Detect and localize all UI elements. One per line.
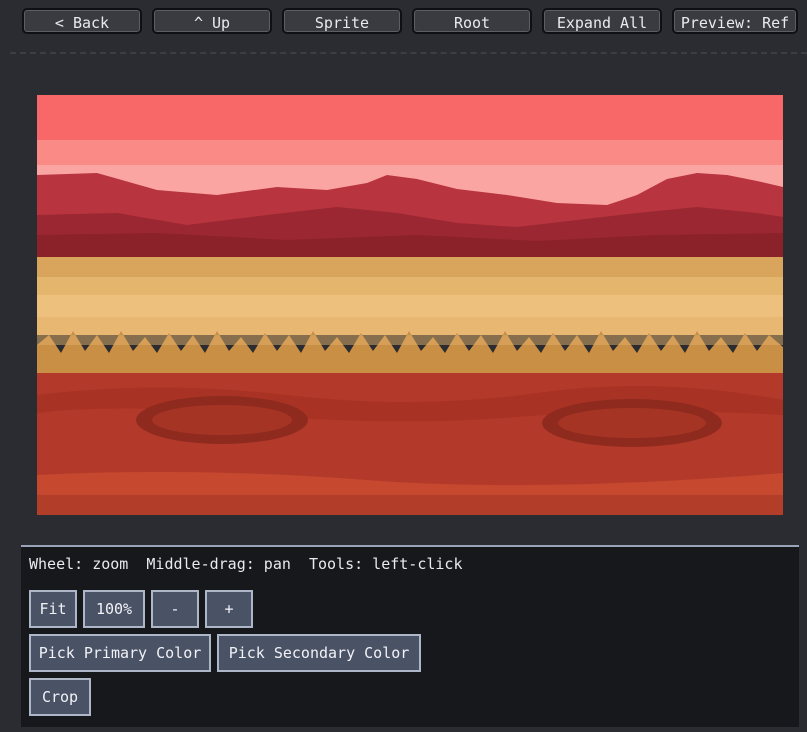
fit-button[interactable]: Fit xyxy=(29,590,77,628)
crop-button[interactable]: Crop xyxy=(29,678,91,716)
pick-primary-color-button[interactable]: Pick Primary Color xyxy=(29,634,211,672)
up-button[interactable]: ^ Up xyxy=(152,8,272,34)
pick-secondary-color-button[interactable]: Pick Secondary Color xyxy=(217,634,421,672)
toolbar-divider xyxy=(10,52,807,54)
expand-all-button[interactable]: Expand All xyxy=(542,8,662,34)
sprite-button[interactable]: Sprite xyxy=(282,8,402,34)
zoom-out-button[interactable]: - xyxy=(151,590,199,628)
root-button[interactable]: Root xyxy=(412,8,532,34)
preview-button[interactable]: Preview: Ref xyxy=(672,8,798,34)
info-panel: Wheel: zoom Middle-drag: pan Tools: left… xyxy=(21,545,799,727)
zoom-in-button[interactable]: + xyxy=(205,590,253,628)
zoom-100-button[interactable]: 100% xyxy=(83,590,145,628)
controls-hint: Wheel: zoom Middle-drag: pan Tools: left… xyxy=(29,555,463,573)
sprite-image[interactable] xyxy=(37,95,783,515)
back-button[interactable]: < Back xyxy=(22,8,142,34)
toolbar: < Back ^ Up Sprite Root Expand All Previ… xyxy=(0,0,807,52)
